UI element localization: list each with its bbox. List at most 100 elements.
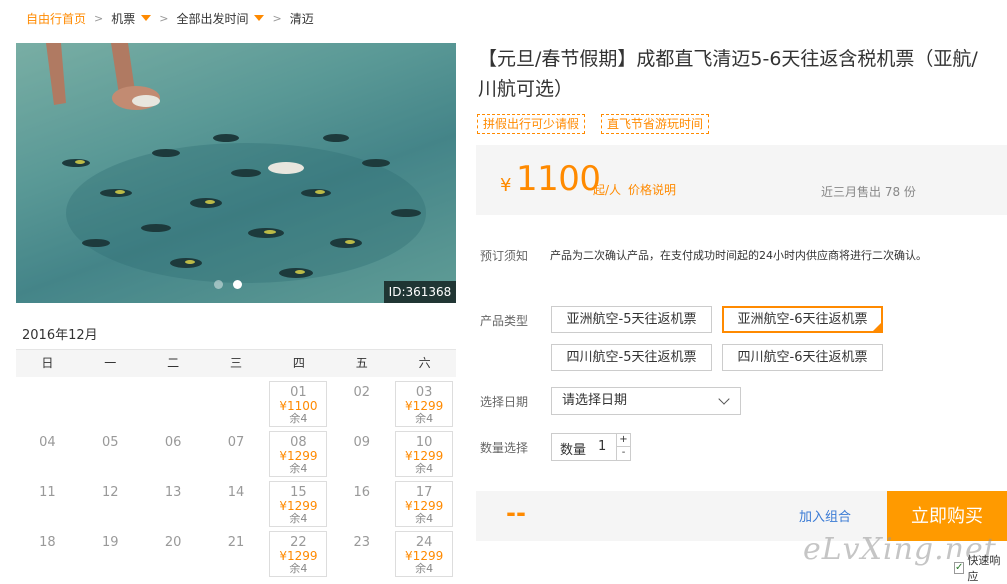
calendar-day-14: 14: [205, 479, 268, 529]
option-sichuan-5day[interactable]: 四川航空-5天往返机票: [551, 344, 712, 371]
day-remaining: 余4: [415, 412, 434, 425]
tag-holiday: 拼假出行可少请假: [477, 114, 586, 134]
calendar-day-11: 11: [16, 479, 79, 529]
day-number: 12: [102, 485, 119, 500]
calendar-day-17-box[interactable]: 17 ¥1299 余4: [395, 481, 454, 527]
day-number: 11: [39, 485, 56, 500]
calendar-day-15-box[interactable]: 15 ¥1299 余4: [269, 481, 328, 527]
day-remaining: 余4: [415, 512, 434, 525]
sold-count: 近三月售出 78 份: [821, 185, 916, 199]
day-number: 20: [164, 535, 182, 550]
day-number: 10: [415, 435, 433, 450]
breadcrumb: 自由行首页 > 机票 > 全部出发时间 > 清迈: [26, 9, 314, 27]
date-label: 选择日期: [480, 395, 529, 409]
tag-direct-flight: 直飞节省游玩时间: [601, 114, 710, 134]
breadcrumb-flights-label: 机票: [111, 11, 136, 26]
calendar-weekday-header: 日 一 二 三 四 五 六: [16, 350, 456, 377]
weekday-mon: 一: [104, 356, 117, 370]
day-number: 21: [227, 535, 245, 550]
breadcrumb-separator: >: [94, 11, 104, 25]
breadcrumb-separator: >: [159, 11, 169, 25]
calendar-day-04: 04: [16, 429, 79, 479]
weekday-sat: 六: [418, 356, 431, 370]
product-tags: 拼假出行可少请假 直飞节省游玩时间: [477, 114, 710, 134]
notice-text: 产品为二次确认产品，在支付成功时间起的24小时内供应商将进行二次确认。: [550, 249, 927, 262]
quick-reply-badge: ✓ 快速响应: [950, 554, 1007, 583]
price-currency: ¥: [500, 175, 512, 196]
caret-down-icon: [141, 15, 152, 21]
day-number: 19: [102, 535, 119, 550]
fish-photo-illustration: [16, 43, 456, 303]
calendar-day-17: 17 ¥1299 余4: [393, 479, 456, 529]
product-photo[interactable]: ID:361368: [16, 43, 456, 303]
carousel-dots: [214, 280, 242, 289]
add-combo-link[interactable]: 加入组合: [799, 506, 851, 525]
weekday-tue: 二: [167, 356, 180, 370]
calendar-day-03-box[interactable]: 03 ¥1299 余4: [395, 381, 454, 427]
quantity-decrement-button[interactable]: -: [616, 447, 630, 460]
day-remaining: 余4: [289, 562, 308, 575]
day-remaining: 余4: [289, 462, 308, 475]
calendar-day-01-box[interactable]: 01 ¥1100 余4: [269, 381, 328, 427]
calendar-day-20: 20: [142, 529, 205, 579]
breadcrumb-departure-time-label: 全部出发时间: [176, 11, 249, 26]
date-select-value: 请选择日期: [562, 393, 628, 408]
calendar-grid: 01 ¥1100 余4 02 03 ¥1299 余4 04 05 06 07 0…: [16, 379, 456, 579]
weekday-sun: 日: [41, 356, 54, 370]
product-title: 【元旦/春节假期】成都直飞清迈5-6天往返含税机票（亚航/川航可选）: [478, 48, 978, 100]
calendar-day-23: 23: [330, 529, 393, 579]
price-info-link[interactable]: 价格说明: [628, 181, 676, 198]
breadcrumb-separator: >: [272, 11, 282, 25]
day-number: 04: [39, 435, 56, 450]
weekday-fri: 五: [355, 356, 368, 370]
calendar-day-10-box[interactable]: 10 ¥1299 余4: [395, 431, 454, 477]
breadcrumb-current: 清迈: [289, 11, 314, 26]
calendar-day-01: 01 ¥1100 余4: [267, 379, 330, 429]
calendar-day-22-box[interactable]: 22 ¥1299 余4: [269, 531, 328, 577]
breadcrumb-home-link[interactable]: 自由行首页: [26, 10, 86, 27]
calendar-month-tab[interactable]: 2016年12月: [16, 318, 106, 352]
day-number: 07: [227, 435, 245, 450]
quantity-label: 数量选择: [480, 441, 529, 455]
calendar-day-18: 18: [16, 529, 79, 579]
calendar-day-19: 19: [79, 529, 142, 579]
day-remaining: 余4: [289, 412, 308, 425]
carousel-dot-1[interactable]: [214, 280, 223, 289]
breadcrumb-departure-time-dropdown[interactable]: 全部出发时间: [176, 10, 265, 27]
calendar-day-07: 07: [205, 429, 268, 479]
day-number: 14: [227, 485, 245, 500]
calendar-day-10: 10 ¥1299 余4: [393, 429, 456, 479]
calendar-empty-cell: [205, 379, 268, 429]
calendar-day-15: 15 ¥1299 余4: [267, 479, 330, 529]
day-number: 23: [353, 535, 370, 550]
calendar-day-02: 02: [330, 379, 393, 429]
calendar-day-08-box[interactable]: 08 ¥1299 余4: [269, 431, 328, 477]
option-airasia-6day[interactable]: 亚洲航空-6天往返机票: [722, 306, 883, 333]
calendar-day-24-box[interactable]: 24 ¥1299 余4: [395, 531, 454, 577]
price-panel: ¥ 1100 起/人 价格说明 近三月售出 78 份: [476, 145, 1007, 215]
day-number: 03: [415, 385, 433, 400]
calendar-day-05: 05: [79, 429, 142, 479]
price-amount: 1100: [516, 159, 601, 199]
date-select[interactable]: 请选择日期: [551, 387, 741, 415]
day-number: 06: [164, 435, 182, 450]
carousel-dot-2[interactable]: [233, 280, 242, 289]
calendar-day-12: 12: [79, 479, 142, 529]
photo-id-badge: ID:361368: [384, 281, 456, 303]
product-type-label: 产品类型: [480, 314, 529, 328]
calendar-day-22: 22 ¥1299 余4: [267, 529, 330, 579]
quantity-input[interactable]: 1: [598, 439, 606, 454]
day-number: 24: [415, 535, 433, 550]
option-sichuan-6day[interactable]: 四川航空-6天往返机票: [722, 344, 883, 371]
caret-down-icon: [254, 15, 265, 21]
day-remaining: 余4: [415, 462, 434, 475]
quantity-increment-button[interactable]: +: [616, 434, 630, 447]
chevron-down-icon: [718, 393, 730, 405]
day-number: 01: [290, 385, 307, 400]
option-airasia-5day[interactable]: 亚洲航空-5天往返机票: [551, 306, 712, 333]
day-number: 02: [353, 385, 370, 400]
day-number: 16: [353, 485, 370, 500]
calendar-empty-cell: [16, 379, 79, 429]
day-number: 13: [164, 485, 182, 500]
breadcrumb-flights-dropdown[interactable]: 机票: [111, 10, 152, 27]
